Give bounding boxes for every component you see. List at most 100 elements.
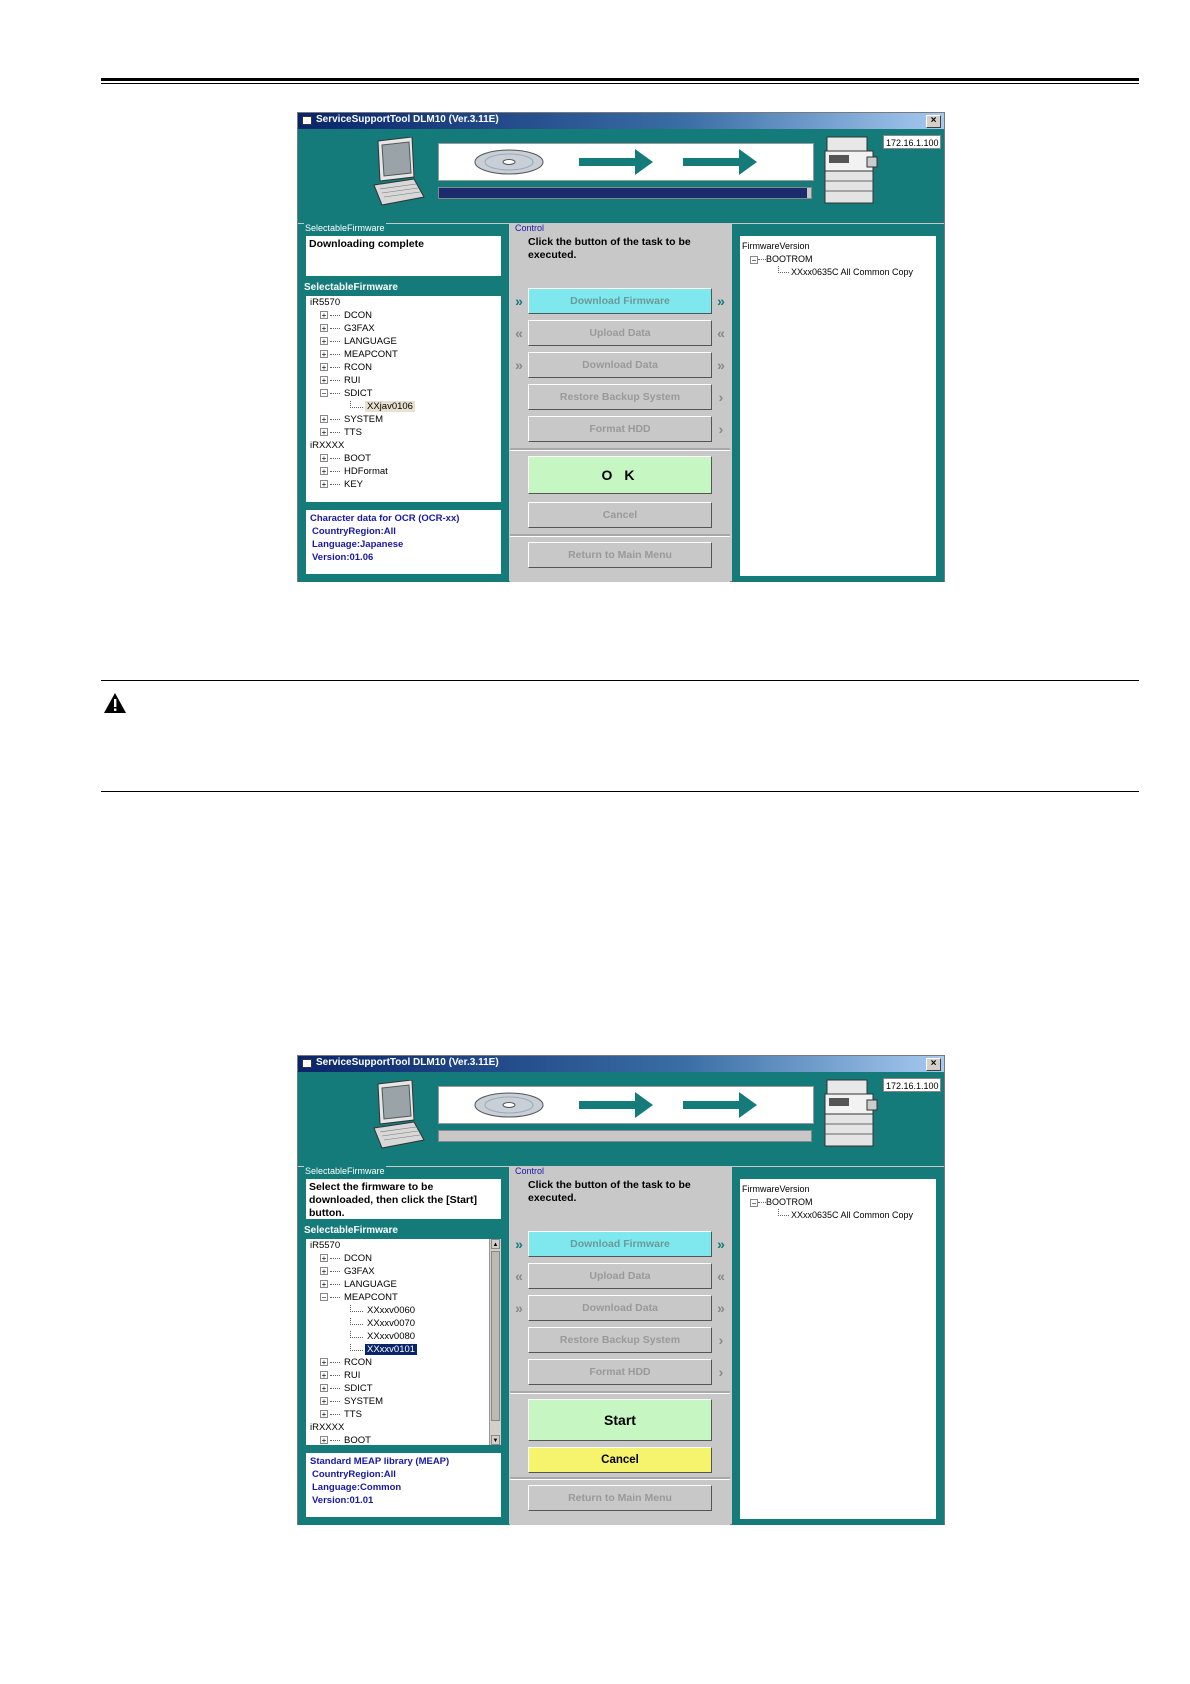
- scroll-up-arrow-icon[interactable]: ▲: [491, 1239, 500, 1249]
- group-label-control: Control: [514, 223, 546, 233]
- tree-node-label: iR5570: [310, 297, 341, 308]
- tree-node[interactable]: + TTS: [320, 427, 364, 439]
- tree-node[interactable]: + DCON: [320, 1253, 374, 1265]
- double-chevron-right-icon: »: [515, 1300, 523, 1316]
- tree-node[interactable]: iR5570: [308, 297, 342, 309]
- restore-backup-system-button[interactable]: Restore Backup System: [528, 384, 712, 410]
- tree-node[interactable]: + TTS: [320, 1409, 364, 1421]
- tree-node[interactable]: XXxxv0060: [350, 1305, 417, 1317]
- tree-node[interactable]: + MEAPCONT: [320, 349, 400, 361]
- expand-toggle[interactable]: +: [320, 1280, 328, 1289]
- firmware-info-line: Version:01.06: [312, 552, 374, 563]
- cancel-button[interactable]: Cancel: [528, 1447, 712, 1473]
- tree-node[interactable]: + SYSTEM: [320, 1396, 385, 1408]
- control-instruction: Click the button of the task to be execu…: [528, 1179, 691, 1204]
- expand-toggle[interactable]: +: [320, 480, 328, 489]
- tree-node[interactable]: + DCON: [320, 310, 374, 322]
- tree-node[interactable]: XXjav0106: [350, 401, 415, 413]
- expand-toggle[interactable]: +: [320, 1254, 328, 1263]
- download-firmware-button[interactable]: Download Firmware: [528, 1231, 712, 1257]
- bootrom-node[interactable]: − BOOTROM: [750, 1196, 813, 1208]
- transfer-banner: 172.16.1.100: [298, 1072, 944, 1166]
- tree-node[interactable]: + RCON: [320, 1357, 374, 1369]
- tree-node-label: RUI: [344, 375, 361, 386]
- expand-toggle[interactable]: +: [320, 1267, 328, 1276]
- tree-node[interactable]: + G3FAX: [320, 1266, 377, 1278]
- collapse-toggle[interactable]: −: [320, 1293, 328, 1302]
- double-chevron-right-icon: »: [717, 293, 725, 309]
- expand-toggle[interactable]: +: [320, 337, 328, 346]
- tree-node-label: MEAPCONT: [344, 1292, 398, 1303]
- format-hdd-button[interactable]: Format HDD: [528, 416, 712, 442]
- primary-action-button[interactable]: O K: [528, 456, 712, 494]
- download-data-button[interactable]: Download Data: [528, 352, 712, 378]
- tree-node[interactable]: + KEY: [320, 479, 365, 491]
- tree-node[interactable]: − SDICT: [320, 388, 375, 400]
- tree-node[interactable]: + RCON: [320, 362, 374, 374]
- expand-toggle[interactable]: +: [320, 1371, 328, 1380]
- tree-node[interactable]: iR5570: [308, 1240, 342, 1252]
- return-to-main-menu-button[interactable]: Return to Main Menu: [528, 542, 712, 568]
- tree-node[interactable]: + LANGUAGE: [320, 336, 399, 348]
- collapse-toggle[interactable]: −: [320, 389, 328, 398]
- return-to-main-menu-button[interactable]: Return to Main Menu: [528, 1485, 712, 1511]
- tree-scrollbar[interactable]: ▲ ▼: [489, 1239, 501, 1445]
- cancel-button[interactable]: Cancel: [528, 502, 712, 528]
- expand-toggle[interactable]: +: [320, 324, 328, 333]
- format-hdd-button[interactable]: Format HDD: [528, 1359, 712, 1385]
- expand-toggle[interactable]: +: [320, 454, 328, 463]
- tree-node[interactable]: + HDFormat: [320, 466, 390, 478]
- note-bottom-rule: [101, 791, 1139, 792]
- expand-toggle[interactable]: +: [320, 311, 328, 320]
- primary-action-button[interactable]: Start: [528, 1399, 712, 1441]
- double-chevron-left-icon: «: [515, 1268, 523, 1284]
- tree-node[interactable]: iRXXXX: [308, 440, 346, 452]
- close-button[interactable]: ×: [926, 115, 941, 128]
- tree-node[interactable]: + SDICT: [320, 1383, 375, 1395]
- close-button[interactable]: ×: [926, 1058, 941, 1071]
- double-chevron-right-icon: »: [515, 1236, 523, 1252]
- expand-toggle[interactable]: +: [320, 363, 328, 372]
- firmware-tree[interactable]: iR5570 + DCON + G3FAX + LANGUAGE − MEAPCONT XXxxv…: [306, 1239, 501, 1445]
- scroll-thumb[interactable]: [491, 1251, 500, 1421]
- tree-node[interactable]: + BOOT: [320, 453, 373, 465]
- tree-node[interactable]: + LANGUAGE: [320, 1279, 399, 1291]
- firmware-tree[interactable]: iR5570 + DCON + G3FAX + LANGUAGE + MEAPCONT + RCON…: [306, 296, 501, 502]
- laptop-icon: [373, 137, 425, 206]
- restore-backup-system-button[interactable]: Restore Backup System: [528, 1327, 712, 1353]
- bootrom-version: XXxx0635C All Common Copy: [778, 266, 913, 278]
- expand-toggle[interactable]: +: [320, 1358, 328, 1367]
- expand-toggle[interactable]: +: [320, 415, 328, 424]
- tree-node[interactable]: + BOOT: [320, 1435, 373, 1445]
- tree-node[interactable]: + G3FAX: [320, 323, 377, 335]
- double-chevron-right-icon: »: [717, 357, 725, 373]
- expand-toggle[interactable]: +: [320, 350, 328, 359]
- expand-toggle[interactable]: +: [320, 467, 328, 476]
- upload-data-button[interactable]: Upload Data: [528, 320, 712, 346]
- expand-toggle[interactable]: +: [320, 428, 328, 437]
- selectable-firmware-header: SelectableFirmware: [304, 282, 398, 293]
- tree-node[interactable]: − MEAPCONT: [320, 1292, 400, 1304]
- tree-node[interactable]: XXxxv0101: [350, 1344, 418, 1356]
- expand-toggle[interactable]: +: [320, 1436, 328, 1445]
- upload-data-button[interactable]: Upload Data: [528, 1263, 712, 1289]
- collapse-toggle[interactable]: −: [750, 255, 758, 264]
- tree-node[interactable]: XXxxv0070: [350, 1318, 417, 1330]
- scroll-down-arrow-icon[interactable]: ▼: [491, 1435, 500, 1445]
- tree-node[interactable]: + SYSTEM: [320, 414, 385, 426]
- title-bar: ServiceSupportTool DLM10 (Ver.3.11E) ×: [298, 1056, 944, 1072]
- tree-node[interactable]: XXxxv0080: [350, 1331, 417, 1343]
- expand-toggle[interactable]: +: [320, 1384, 328, 1393]
- download-data-button[interactable]: Download Data: [528, 1295, 712, 1321]
- tree-node[interactable]: + RUI: [320, 375, 362, 387]
- collapse-toggle[interactable]: −: [750, 1198, 758, 1207]
- transfer-flow: [438, 143, 814, 181]
- tree-node[interactable]: iRXXXX: [308, 1422, 346, 1434]
- tree-node-label: LANGUAGE: [344, 1279, 397, 1290]
- bootrom-node[interactable]: − BOOTROM: [750, 253, 813, 265]
- tree-node[interactable]: + RUI: [320, 1370, 362, 1382]
- expand-toggle[interactable]: +: [320, 376, 328, 385]
- expand-toggle[interactable]: +: [320, 1410, 328, 1419]
- download-firmware-button[interactable]: Download Firmware: [528, 288, 712, 314]
- expand-toggle[interactable]: +: [320, 1397, 328, 1406]
